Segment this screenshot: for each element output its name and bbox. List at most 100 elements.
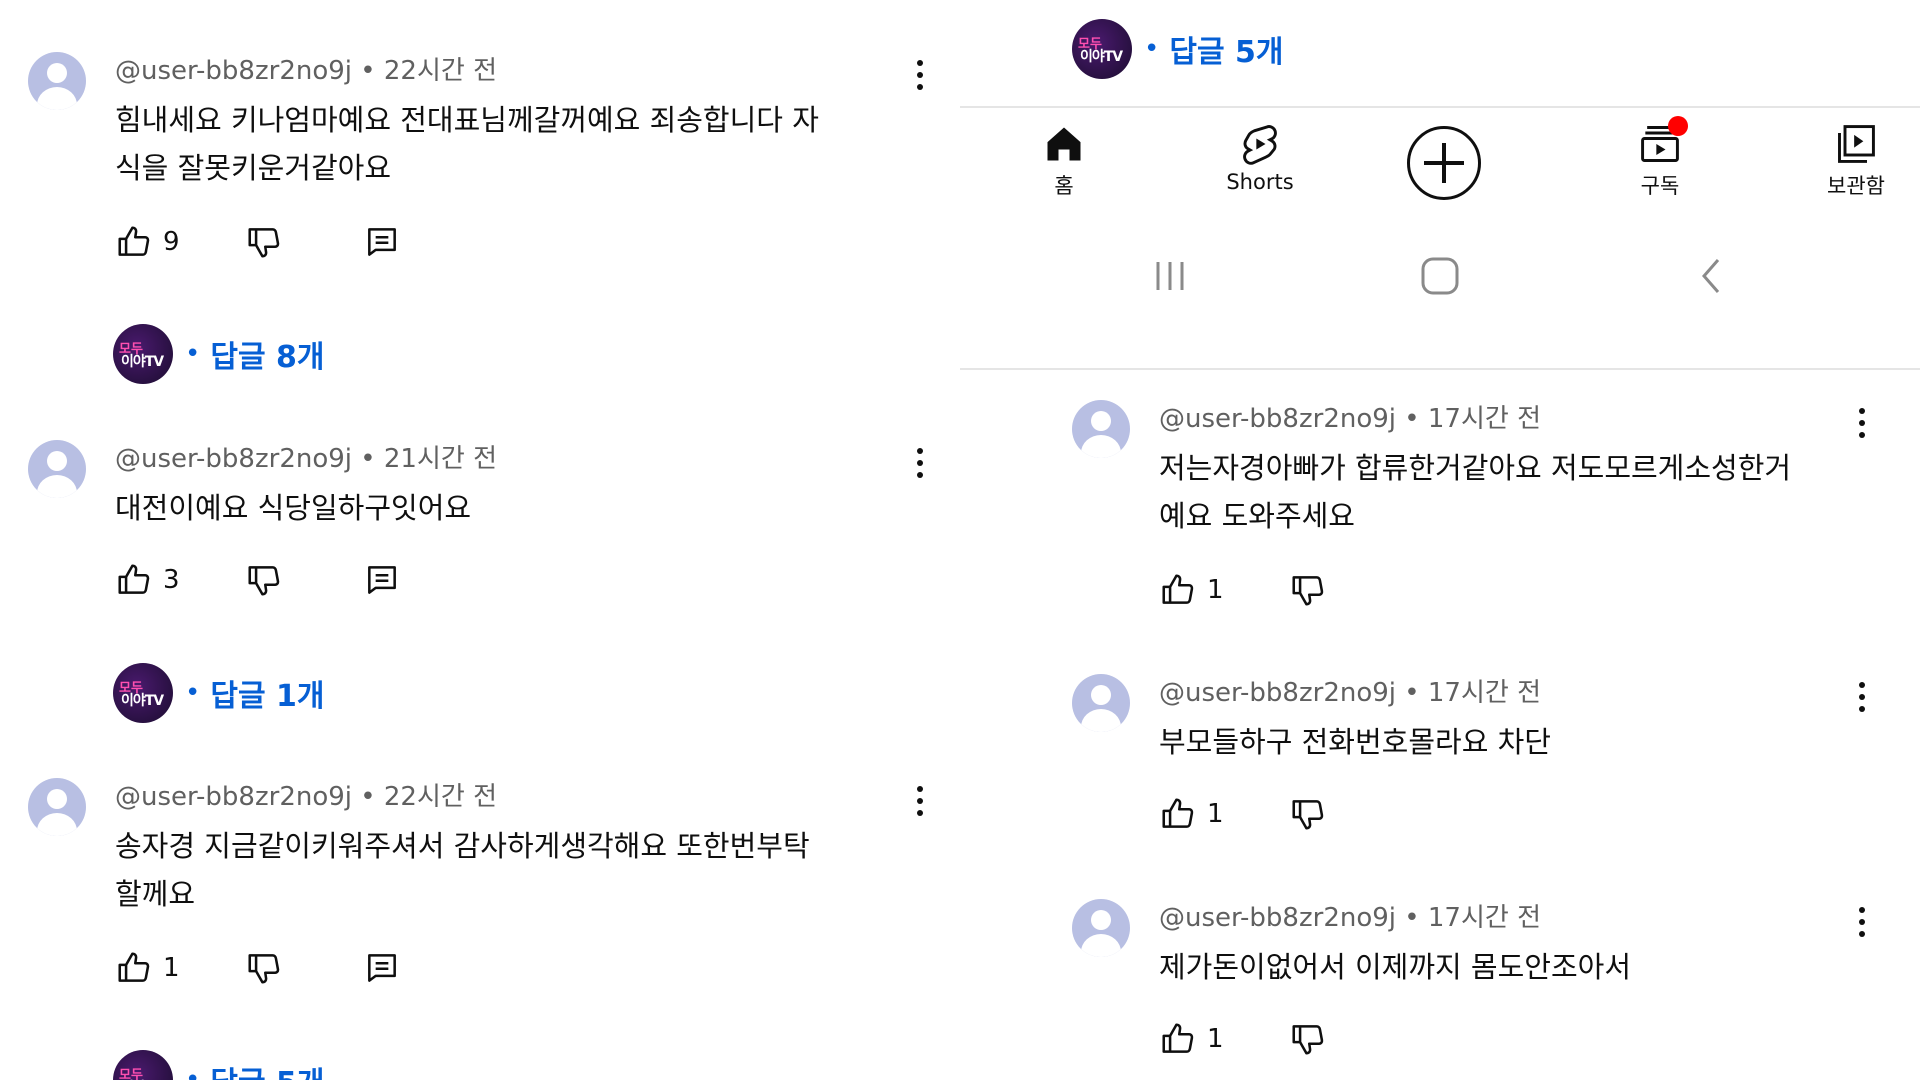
thumb-up-icon xyxy=(1159,795,1197,833)
thumb-down-icon xyxy=(245,949,283,987)
dislike-button[interactable] xyxy=(245,222,283,262)
nav-library[interactable]: 보관함 xyxy=(1796,122,1916,200)
comment-line: 송자경 지금같이키워주셔서 감사하게생각해요 또한번부탁 xyxy=(115,829,810,863)
like-count: 1 xyxy=(1207,575,1224,605)
user-avatar[interactable] xyxy=(28,440,86,498)
nav-shorts[interactable]: Shorts xyxy=(1200,122,1320,194)
dislike-button[interactable] xyxy=(1289,794,1327,834)
like-button[interactable]: 3 xyxy=(115,560,180,600)
comment-meta: @user-bb8zr2no9j • 22시간 전 xyxy=(115,776,497,813)
comment-author[interactable]: @user-bb8zr2no9j xyxy=(115,444,352,474)
nav-label: Shorts xyxy=(1226,170,1294,194)
notification-dot xyxy=(1668,116,1688,136)
comment-item: @user-bb8zr2no9j • 17시간 전 부모들하구 전화번호몰라요 … xyxy=(1072,674,1865,834)
channel-logo-text: 이야TV xyxy=(121,693,164,709)
replies-count: 답글 5개 xyxy=(1169,35,1284,70)
user-avatar[interactable] xyxy=(28,778,86,836)
comment-item: @user-bb8zr2no9j • 17시간 전 저는자경아빠가 합류한거같아… xyxy=(1072,400,1865,620)
back-icon[interactable] xyxy=(1696,256,1726,300)
channel-avatar: 모두 이야TV xyxy=(113,663,173,723)
view-replies-button[interactable]: 모두 이야TV • 답글 5개 xyxy=(113,1050,324,1080)
thumb-down-icon xyxy=(1289,571,1327,609)
comment-author[interactable]: @user-bb8zr2no9j xyxy=(1159,404,1396,434)
user-avatar[interactable] xyxy=(28,52,86,110)
view-replies-button[interactable]: 모두 이야TV • 답글 5개 xyxy=(1072,19,1283,79)
comment-author[interactable]: @user-bb8zr2no9j xyxy=(1159,678,1396,708)
reply-button[interactable] xyxy=(363,560,401,600)
right-comments-panel: 모두 이야TV • 답글 5개 홈 Shorts 구독 보관함 @user-bb… xyxy=(960,0,1920,1080)
reply-button[interactable] xyxy=(363,948,401,988)
replies-count: 답글 8개 xyxy=(210,340,325,375)
more-vert-icon[interactable] xyxy=(1852,905,1872,941)
comment-line: 저는자경아빠가 합류한거같아요 저도모르게소성한거 xyxy=(1159,451,1792,485)
bullet: • xyxy=(185,339,201,369)
replies-count: 답글 5개 xyxy=(210,1058,324,1080)
comment-item: @user-bb8zr2no9j • 17시간 전 제가돈이없어서 이제까지 몸… xyxy=(1072,897,1865,1059)
more-vert-icon[interactable] xyxy=(910,446,930,482)
divider xyxy=(960,368,1920,370)
more-vert-icon[interactable] xyxy=(910,58,930,94)
reply-comment-icon xyxy=(363,949,401,987)
comment-meta: @user-bb8zr2no9j • 22시간 전 xyxy=(115,50,497,87)
channel-avatar: 모두 이야TV xyxy=(1072,19,1132,79)
thumb-down-icon xyxy=(1289,1020,1327,1058)
comment-text: 대전이예요 식당일하구잇어요 xyxy=(115,484,925,532)
comment-author[interactable]: @user-bb8zr2no9j xyxy=(1159,903,1396,933)
channel-logo-text: 이야TV xyxy=(121,354,164,370)
comment-meta: @user-bb8zr2no9j • 17시간 전 xyxy=(1159,897,1541,934)
replies-count: 답글 1개 xyxy=(210,679,325,714)
nav-subscriptions[interactable]: 구독 xyxy=(1600,116,1720,200)
comment-line: 부모들하구 전화번호몰라요 차단 xyxy=(1159,725,1551,759)
nav-label: 보관함 xyxy=(1827,174,1885,198)
channel-avatar: 모두 이야TV xyxy=(113,324,173,384)
comment-time: • 22시간 전 xyxy=(360,56,497,86)
comment-time: • 21시간 전 xyxy=(360,444,497,474)
shorts-icon xyxy=(1243,125,1277,165)
reply-button[interactable] xyxy=(363,222,401,262)
comment-author[interactable]: @user-bb8zr2no9j xyxy=(115,782,352,812)
comment-line: 대전이예요 식당일하구잇어요 xyxy=(115,491,472,525)
comment-time: • 17시간 전 xyxy=(1404,678,1541,708)
comment-line: 제가돈이없어서 이제까지 몸도안조아서 xyxy=(1159,950,1631,984)
dislike-button[interactable] xyxy=(245,560,283,600)
like-button[interactable]: 1 xyxy=(115,948,180,988)
comment-line: 힘내세요 키나엄마예요 전대표님께갈꺼예요 죄송합니다 자 xyxy=(115,103,819,137)
thumb-down-icon xyxy=(245,561,283,599)
more-vert-icon[interactable] xyxy=(910,784,930,820)
nav-home[interactable]: 홈 xyxy=(1004,122,1124,200)
like-button[interactable]: 1 xyxy=(1159,570,1224,610)
like-count: 1 xyxy=(163,953,180,983)
comment-author[interactable]: @user-bb8zr2no9j xyxy=(115,56,352,86)
like-button[interactable]: 1 xyxy=(1159,1019,1224,1059)
user-avatar[interactable] xyxy=(1072,674,1130,732)
user-avatar[interactable] xyxy=(1072,899,1130,957)
system-home-icon[interactable] xyxy=(1419,256,1461,300)
nav-label: 홈 xyxy=(1054,174,1074,198)
dislike-button[interactable] xyxy=(1289,1019,1327,1059)
comment-text: 힘내세요 키나엄마예요 전대표님께갈꺼예요 죄송합니다 자 식을 잘못키운거같아… xyxy=(115,96,925,192)
thumb-up-icon xyxy=(1159,571,1197,609)
dislike-button[interactable] xyxy=(245,948,283,988)
more-vert-icon[interactable] xyxy=(1852,680,1872,716)
like-count: 1 xyxy=(1207,799,1224,829)
comment-line: 예요 도와주세요 xyxy=(1159,499,1355,533)
left-comments-panel: @user-bb8zr2no9j • 22시간 전 힘내세요 키나엄마예요 전대… xyxy=(0,0,960,1080)
comment-text: 부모들하구 전화번호몰라요 차단 xyxy=(1159,718,1920,766)
bottom-navigation-bar: 홈 Shorts 구독 보관함 xyxy=(960,106,1920,240)
recent-apps-icon[interactable] xyxy=(1150,256,1190,300)
view-replies-button[interactable]: 모두 이야TV • 답글 8개 xyxy=(113,324,324,384)
bullet: • xyxy=(1144,34,1160,64)
comment-item: @user-bb8zr2no9j • 21시간 전 대전이예요 식당일하구잇어요… xyxy=(28,440,930,600)
thumb-up-icon xyxy=(115,949,153,987)
dislike-button[interactable] xyxy=(1289,570,1327,610)
like-count: 1 xyxy=(1207,1024,1224,1054)
comment-text: 제가돈이없어서 이제까지 몸도안조아서 xyxy=(1159,943,1920,991)
user-avatar[interactable] xyxy=(1072,400,1130,458)
create-plus-icon[interactable] xyxy=(1407,126,1481,200)
thumb-down-icon xyxy=(245,223,283,261)
like-button[interactable]: 9 xyxy=(115,222,180,262)
view-replies-button[interactable]: 모두 이야TV • 답글 1개 xyxy=(113,663,324,723)
more-vert-icon[interactable] xyxy=(1852,406,1872,442)
like-button[interactable]: 1 xyxy=(1159,794,1224,834)
bullet: • xyxy=(185,1065,201,1080)
